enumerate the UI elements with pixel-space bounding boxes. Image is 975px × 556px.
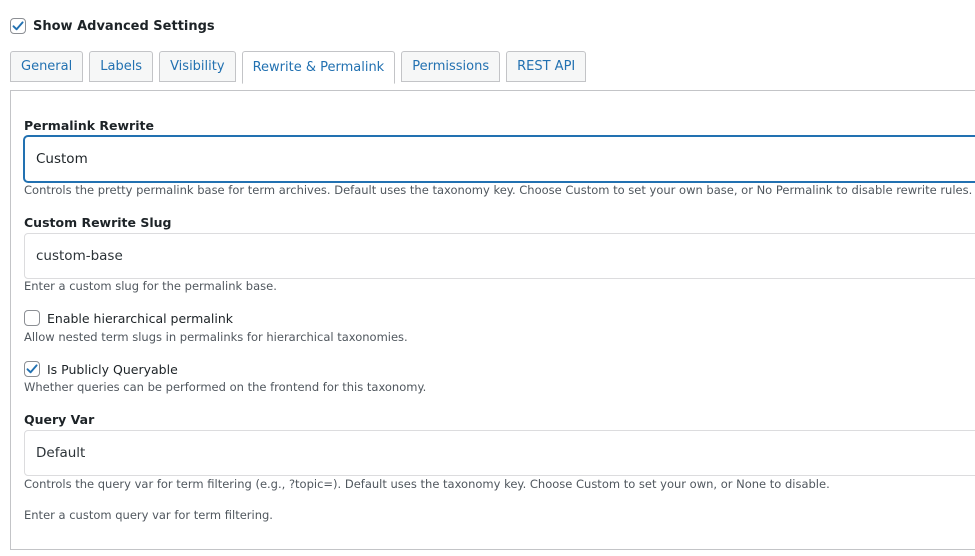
advanced-settings-label: Show Advanced Settings (33, 18, 215, 34)
hierarchical-permalink-label: Enable hierarchical permalink (47, 310, 234, 326)
settings-tabs: General Labels Visibility Rewrite & Perm… (10, 51, 592, 84)
tab-rest-api[interactable]: REST API (506, 51, 587, 82)
custom-rewrite-slug-label: Custom Rewrite Slug (24, 215, 172, 230)
advanced-settings-checkbox[interactable] (10, 18, 26, 34)
tab-visibility[interactable]: Visibility (159, 51, 236, 82)
hierarchical-permalink-description: Allow nested term slugs in permalinks fo… (24, 330, 408, 344)
tab-general[interactable]: General (10, 51, 84, 82)
permalink-rewrite-value: Custom (36, 151, 88, 167)
custom-rewrite-slug-description: Enter a custom slug for the permalink ba… (24, 279, 277, 293)
publicly-queryable-checkbox[interactable] (24, 361, 40, 377)
permalink-rewrite-description: Controls the pretty permalink base for t… (24, 183, 973, 197)
custom-rewrite-slug-input[interactable]: custom-base (24, 233, 975, 279)
query-var-label: Query Var (24, 412, 95, 427)
query-var-select[interactable]: Default (24, 430, 975, 476)
tab-permissions[interactable]: Permissions (401, 51, 501, 82)
publicly-queryable-label: Is Publicly Queryable (47, 361, 178, 377)
publicly-queryable-option[interactable]: Is Publicly Queryable (24, 361, 178, 377)
query-var-value: Default (36, 445, 86, 461)
hierarchical-permalink-option[interactable]: Enable hierarchical permalink (24, 310, 233, 326)
publicly-queryable-description: Whether queries can be performed on the … (24, 380, 427, 394)
rewrite-permalink-panel: Permalink Rewrite Custom Controls the pr… (10, 90, 975, 550)
custom-rewrite-slug-value: custom-base (36, 248, 123, 264)
checkmark-icon (26, 364, 38, 374)
tab-rewrite-permalink[interactable]: Rewrite & Permalink (241, 51, 396, 84)
query-var-custom-description: Enter a custom query var for term filter… (24, 508, 273, 522)
permalink-rewrite-label: Permalink Rewrite (24, 118, 154, 133)
query-var-description: Controls the query var for term filterin… (24, 477, 830, 491)
permalink-rewrite-select[interactable]: Custom (24, 136, 975, 182)
tab-labels[interactable]: Labels (89, 51, 154, 82)
hierarchical-permalink-checkbox[interactable] (24, 310, 40, 326)
show-advanced-settings[interactable]: Show Advanced Settings (10, 18, 215, 34)
checkmark-icon (12, 21, 24, 31)
